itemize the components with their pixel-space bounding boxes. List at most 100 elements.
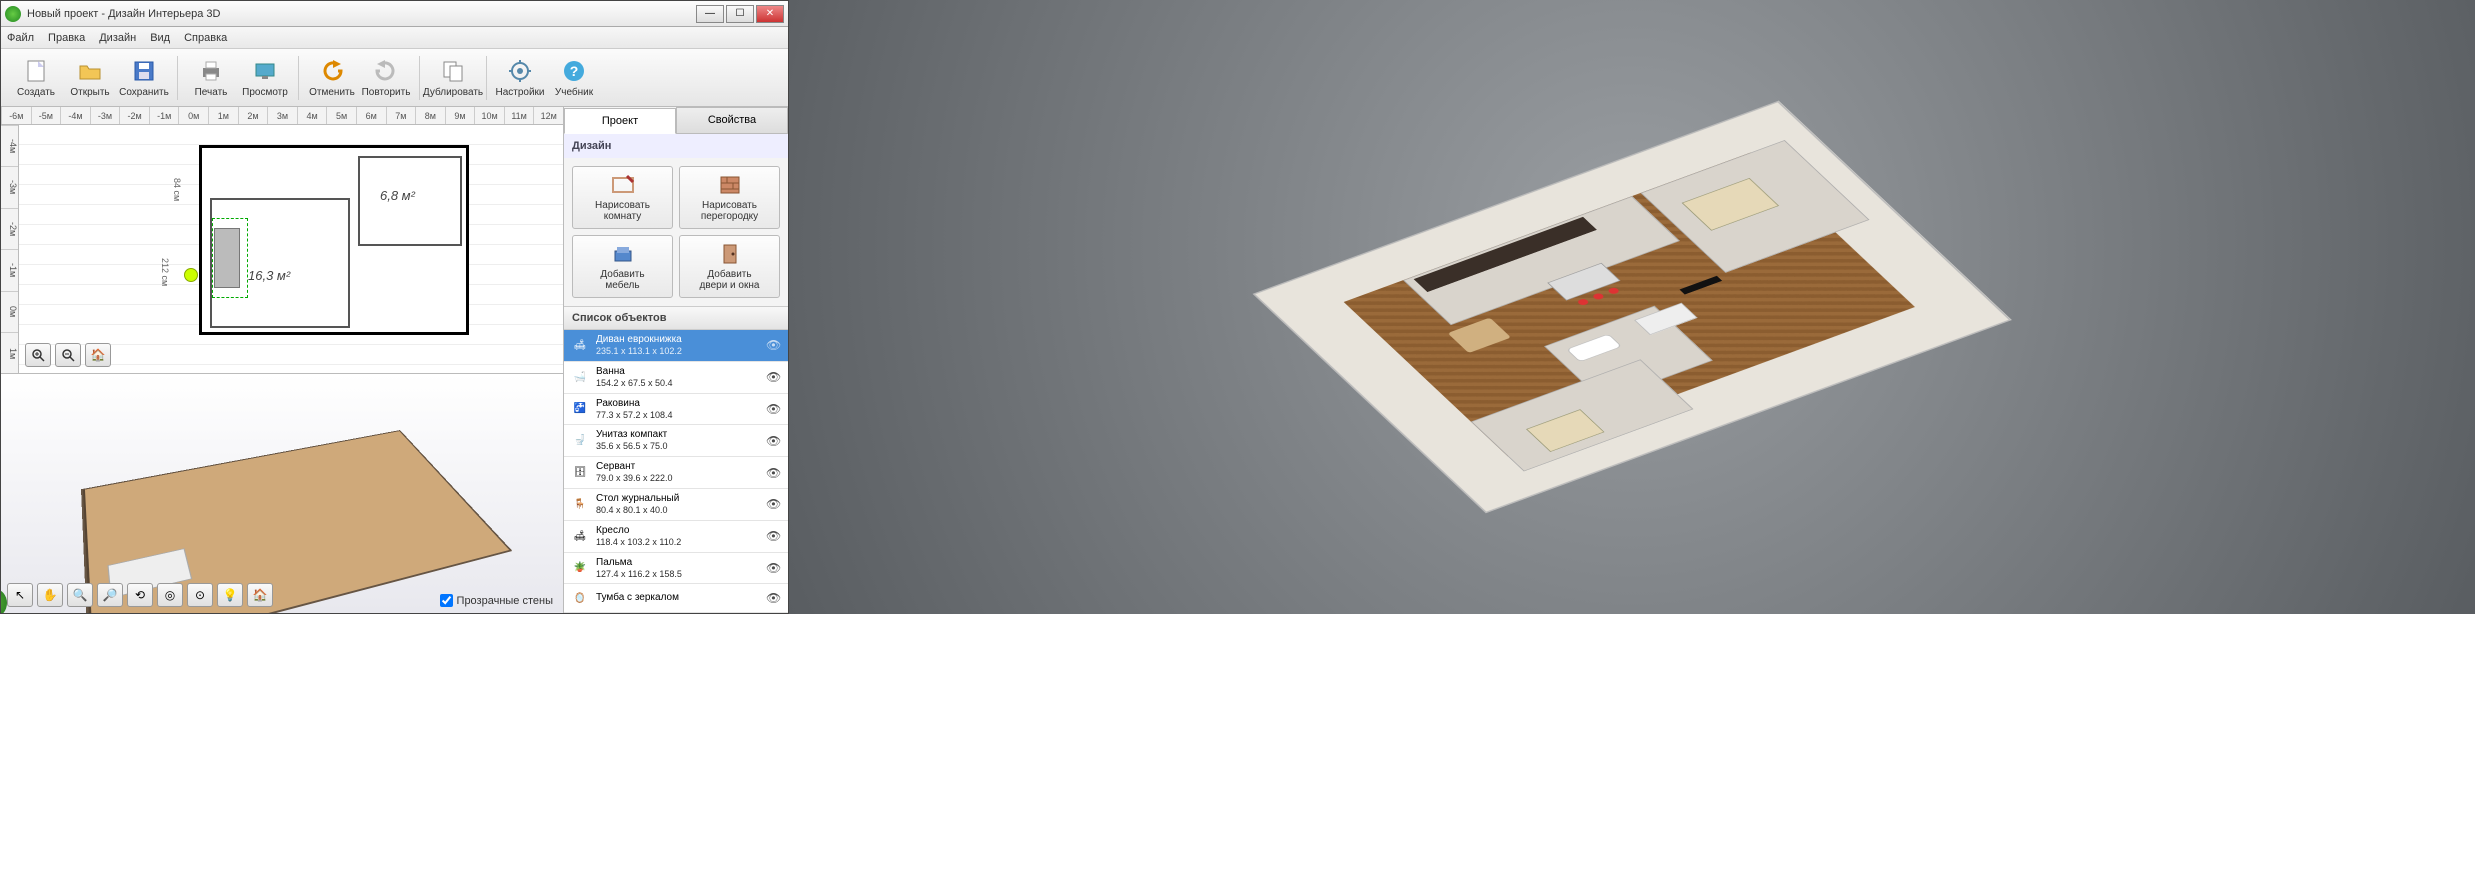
visibility-icon[interactable]: 👁 [766,591,782,605]
tutorial-icon: ? [560,57,588,85]
object-icon: 🛋 [570,335,590,355]
design-title: Дизайн [564,134,788,158]
tab-properties[interactable]: Свойства [676,107,788,133]
object-item[interactable]: 🚰Раковина77.3 x 57.2 x 108.4👁 [564,394,788,426]
dim-h: 84 см [172,178,182,201]
draw-room-button[interactable]: Нарисоватькомнату [572,166,673,229]
plan-area[interactable]: -4м-3м-2м-1м0м1м 16,3 м² 6,8 м² 84 см 21… [1,125,563,373]
visibility-icon[interactable]: 👁 [766,402,782,416]
open-button[interactable]: Открыть [63,53,117,103]
object-item[interactable]: 🪞Тумба с зеркалом👁 [564,584,788,613]
visibility-icon[interactable]: 👁 [766,497,782,511]
app-icon [5,6,21,22]
duplicate-button[interactable]: Дублировать [426,53,480,103]
menu-help[interactable]: Справка [184,32,227,44]
object-item[interactable]: 🚽Унитаз компакт35.6 x 56.5 x 75.0👁 [564,425,788,457]
add-doors-icon [717,242,743,266]
objects-panel: Список объектов 🛋Диван еврокнижка235.1 x… [564,306,788,613]
redo-icon [372,57,400,85]
tabs: Проект Свойства [564,107,788,134]
undo-icon [318,57,346,85]
add-furniture-icon [610,242,636,266]
handle-dot[interactable] [184,268,198,282]
transparent-walls-input[interactable] [440,594,453,607]
draw-partition-icon [717,173,743,197]
visibility-icon[interactable]: 👁 [766,466,782,480]
transparent-walls-checkbox[interactable]: Прозрачные стены [440,594,553,607]
create-icon [22,57,50,85]
rendered-image [789,0,2475,614]
object-item[interactable]: 🛁Ванна154.2 x 67.5 x 50.4👁 [564,362,788,394]
object-icon: 🛁 [570,367,590,387]
tool-home[interactable]: 🏠 [247,583,273,607]
floorplan-viewport[interactable]: 16,3 м² 6,8 м² 84 см 212 см 🏠 [19,125,563,373]
tab-project[interactable]: Проект [564,108,676,134]
add-doors-button[interactable]: Добавитьдвери и окна [679,235,780,298]
menu-edit[interactable]: Правка [48,32,85,44]
draw-partition-button[interactable]: Нарисоватьперегородку [679,166,780,229]
object-item[interactable]: 🗄Сервант79.0 x 39.6 x 222.0👁 [564,457,788,489]
object-icon: 🪴 [570,558,590,578]
tool-light[interactable]: 💡 [217,583,243,607]
view-button[interactable]: Просмотр [238,53,292,103]
visibility-icon[interactable]: 👁 [766,434,782,448]
save-icon [130,57,158,85]
object-icon: 🚽 [570,431,590,451]
tool-zoom-out[interactable]: 🔎 [97,583,123,607]
visibility-icon[interactable]: 👁 [766,561,782,575]
ruler-vertical: -4м-3м-2м-1м0м1м [1,125,19,373]
undo-button[interactable]: Отменить [305,53,359,103]
objects-title: Список объектов [564,307,788,330]
object-item[interactable]: 🪑Стол журнальный80.4 x 80.1 x 40.0👁 [564,489,788,521]
print-icon [197,57,225,85]
object-icon: 🛋 [570,526,590,546]
minimize-button[interactable]: — [696,5,724,23]
duplicate-icon [439,57,467,85]
object-icon: 🪞 [570,588,590,608]
side-panel: Проект Свойства Дизайн Нарисоватькомнату… [564,107,788,613]
canvas-area: -6м-5м-4м-3м-2м-1м0м1м2м3м4м5м6м7м8м9м10… [1,107,564,613]
create-button[interactable]: Создать [9,53,63,103]
draw-room-icon [610,173,636,197]
menu-view[interactable]: Вид [150,32,170,44]
tool-rotate[interactable]: ⟲ [127,583,153,607]
home-button[interactable]: 🏠 [85,343,111,367]
add-furniture-button[interactable]: Добавитьмебель [572,235,673,298]
visibility-icon[interactable]: 👁 [766,529,782,543]
zoom-out-button[interactable] [55,343,81,367]
tool-cursor[interactable]: ↖ [7,583,33,607]
application-window: Новый проект - Дизайн Интерьера 3D — ☐ ✕… [0,0,789,614]
floorplan[interactable]: 16,3 м² 6,8 м² 84 см 212 см [199,145,469,335]
visibility-icon[interactable]: 👁 [766,338,782,352]
workspace: -6м-5м-4м-3м-2м-1м0м1м2м3м4м5м6м7м8м9м10… [1,107,788,613]
visibility-icon[interactable]: 👁 [766,370,782,384]
objects-list: 🛋Диван еврокнижка235.1 x 113.1 x 102.2👁🛁… [564,330,788,613]
menu-file[interactable]: Файл [7,32,34,44]
design-buttons: НарисоватькомнатуНарисоватьперегородкуДо… [564,158,788,306]
object-icon: 🪑 [570,494,590,514]
window-title: Новый проект - Дизайн Интерьера 3D [27,8,696,20]
object-item[interactable]: 🛋Диван еврокнижка235.1 x 113.1 x 102.2👁 [564,330,788,362]
settings-button[interactable]: Настройки [493,53,547,103]
object-item[interactable]: 🪴Пальма127.4 x 116.2 x 158.5👁 [564,553,788,585]
print-button[interactable]: Печать [184,53,238,103]
object-item[interactable]: 🛋Кресло118.4 x 103.2 x 110.2👁 [564,521,788,553]
sofa-object[interactable] [214,228,240,288]
zoom-in-button[interactable] [25,343,51,367]
save-button[interactable]: Сохранить [117,53,171,103]
tool-pan[interactable]: ✋ [37,583,63,607]
titlebar[interactable]: Новый проект - Дизайн Интерьера 3D — ☐ ✕ [1,1,788,27]
tool-orbit[interactable]: ◎ [157,583,183,607]
redo-button[interactable]: Повторить [359,53,413,103]
object-icon: 🗄 [570,463,590,483]
3d-view[interactable]: ↖ ✋ 🔍 🔎 ⟲ ◎ ⊙ 💡 🏠 Прозрачные стены [1,373,563,613]
tutorial-button[interactable]: ?Учебник [547,53,601,103]
toolbar: СоздатьОткрытьСохранить ПечатьПросмотр Отм… [1,49,788,107]
close-button[interactable]: ✕ [756,5,784,23]
menu-design[interactable]: Дизайн [99,32,136,44]
dim-v: 212 см [160,258,170,286]
maximize-button[interactable]: ☐ [726,5,754,23]
tool-reset[interactable]: ⊙ [187,583,213,607]
view-icon [251,57,279,85]
tool-zoom-in[interactable]: 🔍 [67,583,93,607]
